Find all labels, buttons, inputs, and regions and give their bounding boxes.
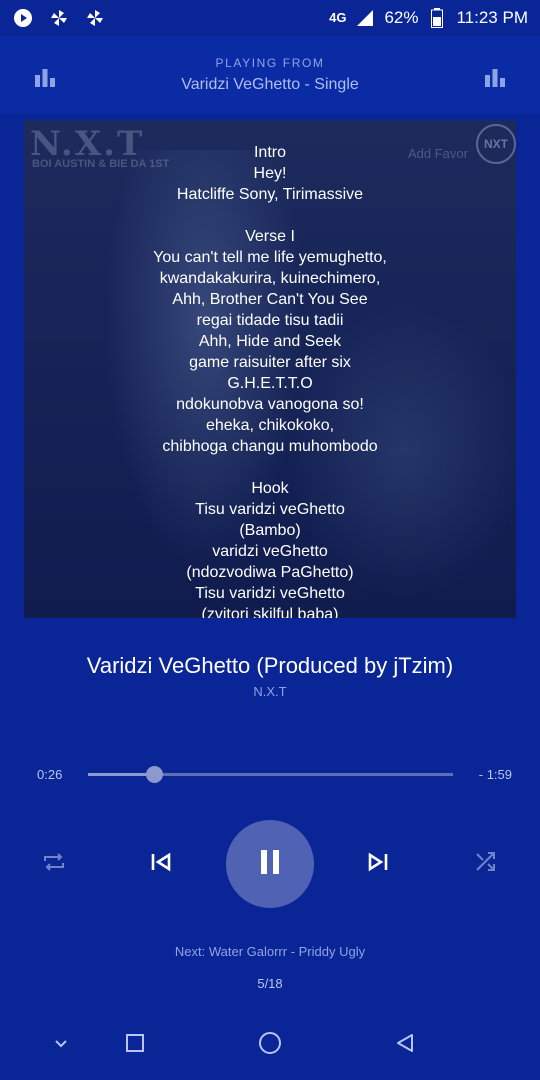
equalizer-icon[interactable]: [484, 66, 506, 88]
shuffle-button[interactable]: [474, 850, 498, 879]
recent-apps-button[interactable]: [122, 1032, 148, 1058]
seek-bar[interactable]: [88, 766, 453, 783]
repeat-icon: [42, 850, 66, 879]
home-icon: [258, 1031, 282, 1060]
system-status: 4G 62% 11:23 PM: [329, 7, 540, 29]
back-icon: [394, 1032, 416, 1059]
lyric-line: G.H.E.T.T.O: [227, 375, 313, 392]
signal-icon: [354, 7, 376, 29]
lyric-line: kwandakakurira, kuinechimero,: [159, 270, 381, 287]
lyric-line: chibhoga changu muhombodo: [162, 438, 378, 455]
previous-button[interactable]: [149, 852, 173, 876]
seek-progress: [88, 773, 154, 776]
elapsed-time: 0:26: [37, 767, 63, 782]
lyric-line: varidzi veGhetto: [212, 543, 328, 560]
network-type: 4G: [329, 10, 347, 25]
home-button[interactable]: [257, 1031, 283, 1060]
lyric-line: Intro: [253, 144, 286, 161]
lyric-line: ndokunobva vanogona so!: [176, 396, 364, 413]
track-artist[interactable]: N.X.T: [0, 684, 540, 699]
battery-percent: 62%: [384, 8, 419, 27]
lyric-line: Hatcliffe Sony, Tirimassive: [176, 186, 364, 203]
pause-icon: [258, 849, 282, 880]
next-track-label[interactable]: Next: Water Galorrr - Priddy Ugly: [0, 944, 540, 959]
lyric-line: (ndozvodiwa PaGhetto): [186, 564, 354, 581]
chevron-down-icon: [51, 1033, 71, 1058]
lyric-line: (Bambo): [239, 522, 301, 539]
playing-from-label: PLAYING FROM: [215, 56, 325, 70]
pause-button[interactable]: [226, 820, 314, 908]
next-icon: [366, 850, 390, 879]
shuffle-icon: [474, 850, 498, 879]
lyric-line: You can't tell me life yemughetto,: [153, 249, 387, 266]
collapse-button[interactable]: [48, 1032, 74, 1058]
battery-icon: [426, 7, 448, 29]
lyric-line: Hook: [251, 480, 289, 497]
pinwheel-icon: [84, 7, 106, 29]
lyric-line: Hey!: [253, 165, 287, 182]
clock: 11:23 PM: [456, 8, 528, 27]
pinwheel-icon: [48, 7, 70, 29]
now-playing-header: PLAYING FROM Varidzi VeGhetto - Single: [0, 36, 540, 114]
lyric-line: [24, 457, 516, 478]
lyric-line: Ahh, Brother Can't You See: [172, 291, 368, 308]
notification-icons: [0, 7, 106, 29]
remaining-time: - 1:59: [478, 767, 512, 782]
lyric-line: game raisuiter after six: [189, 354, 351, 371]
play-store-icon: [12, 7, 34, 29]
lyric-line: Ahh, Hide and Seek: [198, 333, 342, 350]
lyric-line: regai tidade tisu tadii: [196, 312, 344, 329]
previous-icon: [149, 850, 173, 879]
lyric-line: [24, 205, 516, 226]
next-button[interactable]: [366, 852, 390, 876]
back-button[interactable]: [392, 1032, 418, 1058]
repeat-button[interactable]: [42, 852, 66, 876]
lyrics-panel[interactable]: Intro Hey! Hatcliffe Sony, Tirimassive Ver…: [24, 142, 516, 618]
lyric-line: Verse I: [245, 228, 295, 245]
track-title: Varidzi VeGhetto (Produced by jTzim): [86, 653, 454, 678]
lyric-line: (zvitori skilful baba): [201, 606, 339, 618]
album-name[interactable]: Varidzi VeGhetto - Single: [0, 76, 540, 94]
lyric-line: Tisu varidzi veGhetto: [195, 501, 345, 518]
recent-apps-icon: [124, 1032, 146, 1059]
lyric-line: eheka, chikokoko,: [205, 417, 335, 434]
queue-position: 5/18: [257, 976, 283, 991]
status-bar: 4G 62% 11:23 PM: [0, 0, 540, 36]
lyric-line: Tisu varidzi veGhetto: [195, 585, 345, 602]
seek-thumb[interactable]: [145, 766, 163, 783]
